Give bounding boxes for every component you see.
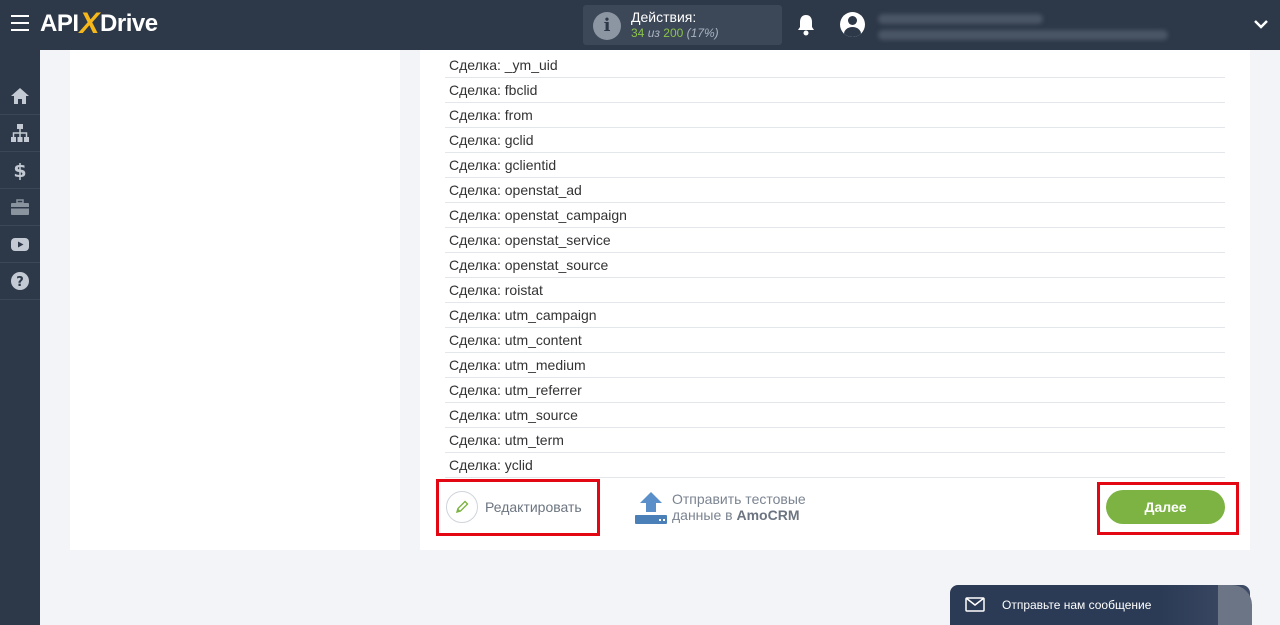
send-line-1: Отправить тестовые: [672, 491, 806, 507]
field-row: Сделка: utm_medium: [445, 353, 1225, 378]
left-panel: [70, 50, 400, 550]
sidebar-item-services[interactable]: [0, 188, 40, 226]
actions-count: 34 из 200 (17%): [631, 26, 719, 40]
account-email-blurred: [878, 30, 1168, 40]
field-row: Сделка: gclientid: [445, 153, 1225, 178]
field-row: Сделка: roistat: [445, 278, 1225, 303]
logo-part-api: API: [40, 10, 79, 37]
field-row: Сделка: openstat_source: [445, 253, 1225, 278]
pencil-icon-circle: [446, 491, 478, 523]
info-icon: i: [593, 12, 621, 40]
field-row: Сделка: utm_term: [445, 428, 1225, 453]
menu-icon[interactable]: [11, 15, 29, 33]
send-test-data-button[interactable]: Отправить тестовые данные в AmoCRM: [634, 490, 834, 526]
field-row: Сделка: utm_campaign: [445, 303, 1225, 328]
actions-separator: из: [644, 26, 664, 40]
chat-widget[interactable]: Отправьте нам сообщение: [950, 585, 1252, 625]
actions-percent: (17%): [683, 26, 719, 40]
actions-counter[interactable]: i Действия: 34 из 200 (17%): [583, 5, 782, 45]
field-row: Сделка: openstat_ad: [445, 178, 1225, 203]
field-row: Сделка: openstat_campaign: [445, 203, 1225, 228]
logo-part-drive: Drive: [100, 10, 158, 37]
help-icon: ?: [11, 271, 29, 290]
chat-widget-corner: [1218, 585, 1252, 625]
dollar-icon: $: [13, 160, 26, 180]
send-line-2: данные в: [672, 507, 737, 523]
field-row: Сделка: gclid: [445, 128, 1225, 153]
sidebar-item-help[interactable]: ?: [0, 262, 40, 300]
chevron-down-icon[interactable]: [1253, 16, 1269, 32]
fields-panel: Сделка: _ym_uid Сделка: fbclid Сделка: f…: [420, 50, 1250, 550]
field-row: Сделка: fbclid: [445, 78, 1225, 103]
bell-icon[interactable]: [796, 14, 816, 36]
sidebar-item-video[interactable]: [0, 225, 40, 263]
briefcase-icon: [11, 198, 29, 215]
pencil-icon: [455, 500, 469, 514]
actions-total: 200: [663, 26, 684, 40]
apix-drive-logo[interactable]: API X Drive: [40, 7, 158, 40]
field-row: Сделка: _ym_uid: [445, 53, 1225, 78]
sidebar-item-connections[interactable]: [0, 114, 40, 152]
account-name-blurred: [878, 14, 1043, 24]
field-row: Сделка: utm_source: [445, 403, 1225, 428]
sidebar-item-billing[interactable]: $: [0, 151, 40, 189]
send-target-app: AmoCRM: [736, 507, 800, 523]
logo-part-x: X: [79, 7, 100, 40]
field-row: Сделка: utm_referrer: [445, 378, 1225, 403]
field-list: Сделка: _ym_uid Сделка: fbclid Сделка: f…: [445, 53, 1225, 478]
edit-button-label: Редактировать: [485, 499, 582, 515]
user-icon[interactable]: [840, 12, 865, 37]
home-icon: [11, 87, 29, 104]
sidebar-item-home[interactable]: [0, 77, 40, 115]
svg-text:$: $: [13, 160, 26, 180]
actions-title: Действия:: [631, 9, 697, 25]
field-row: Сделка: utm_content: [445, 328, 1225, 353]
field-row: Сделка: openstat_service: [445, 228, 1225, 253]
field-row: Сделка: yclid: [445, 453, 1225, 478]
sidebar: $ ?: [0, 50, 40, 625]
upload-icon: [635, 492, 667, 524]
next-button[interactable]: Далее: [1106, 490, 1225, 524]
mail-icon: [965, 597, 985, 612]
chat-label: Отправьте нам сообщение: [1002, 598, 1152, 612]
field-row: Сделка: from: [445, 103, 1225, 128]
actions-used: 34: [631, 26, 645, 40]
top-bar: API X Drive i Действия: 34 из 200 (17%): [0, 0, 1280, 50]
svg-text:?: ?: [16, 275, 24, 290]
sitemap-icon: [11, 123, 29, 142]
send-test-data-label: Отправить тестовые данные в AmoCRM: [672, 491, 806, 523]
edit-button[interactable]: Редактировать: [446, 489, 591, 525]
youtube-icon: [11, 237, 29, 251]
